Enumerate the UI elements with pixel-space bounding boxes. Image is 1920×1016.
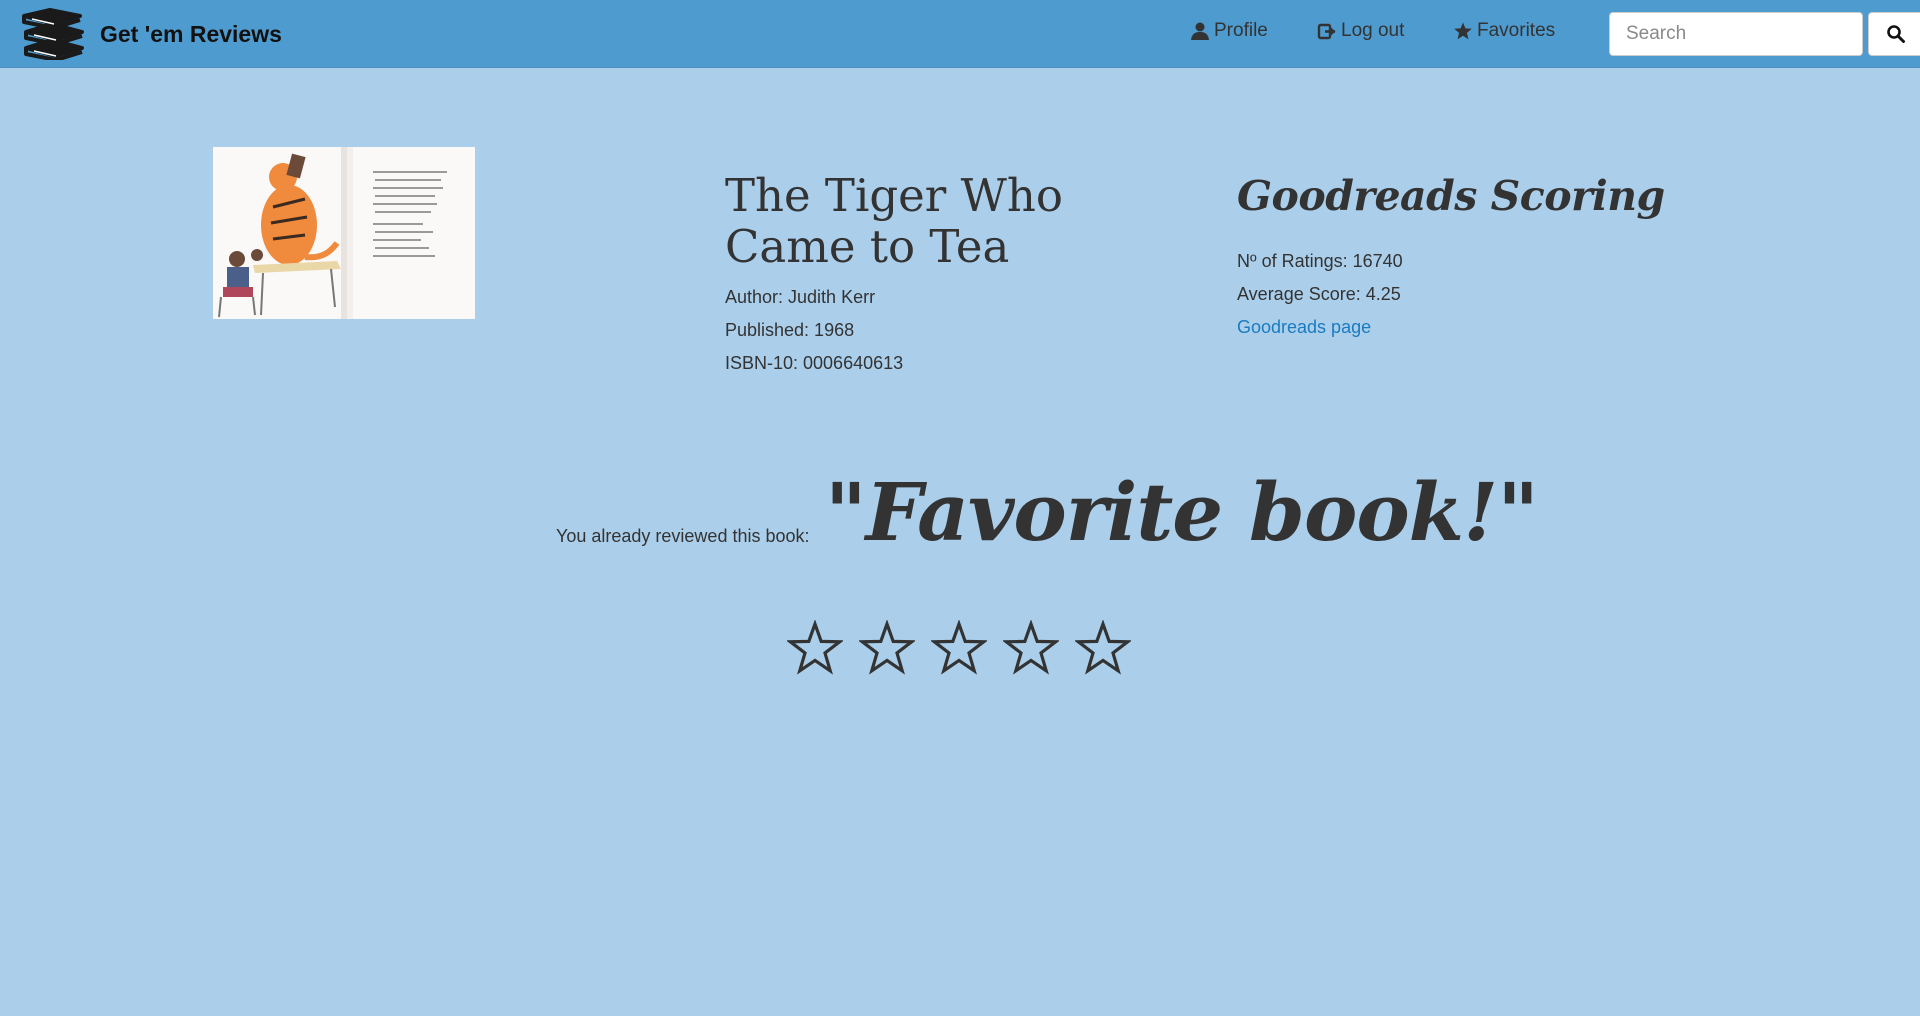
nav-logout-link[interactable]: Log out — [1317, 20, 1404, 42]
rating-star-5-icon[interactable] — [1075, 620, 1131, 676]
book-title: The Tiger Who Came to Tea — [725, 169, 1063, 273]
goodreads-average-score: Average Score: 4.25 — [1237, 284, 1401, 304]
nav-profile-label: Profile — [1214, 20, 1268, 41]
search-input[interactable] — [1609, 12, 1863, 56]
search-button[interactable] — [1868, 12, 1920, 56]
goodreads-ratings-count: Nº of Ratings: 16740 — [1237, 251, 1403, 271]
books-stack-icon — [22, 8, 84, 60]
rating-star-2-icon[interactable] — [859, 620, 915, 676]
nav-logout-label: Log out — [1341, 20, 1405, 41]
review-label: You already reviewed this book: — [556, 526, 810, 546]
navbar: Get 'em Reviews Profile Log out Favorite… — [0, 0, 1920, 68]
rating-star-3-icon[interactable] — [931, 620, 987, 676]
rating-star-4-icon[interactable] — [1003, 620, 1059, 676]
goodreads-page-link[interactable]: Goodreads page — [1237, 317, 1371, 338]
goodreads-heading: Goodreads Scoring — [1237, 172, 1665, 220]
user-icon — [1191, 22, 1209, 40]
book-isbn: ISBN-10: 0006640613 — [725, 353, 904, 373]
star-rating — [787, 620, 1147, 676]
book-published: Published: 1968 — [725, 320, 855, 340]
book-cover-image — [213, 147, 475, 319]
brand-title: Get 'em Reviews — [100, 20, 282, 47]
book-author: Author: Judith Kerr — [725, 287, 876, 307]
nav-favorites-label: Favorites — [1477, 20, 1556, 41]
log-out-icon — [1317, 23, 1336, 40]
review-text: "Favorite book!" — [825, 465, 1539, 559]
nav-profile-link[interactable]: Profile — [1190, 20, 1268, 42]
brand[interactable]: Get 'em Reviews — [20, 8, 282, 60]
rating-star-1-icon[interactable] — [787, 620, 843, 676]
search-icon — [1887, 25, 1905, 43]
star-icon — [1454, 22, 1472, 40]
nav-favorites-link[interactable]: Favorites — [1453, 20, 1555, 42]
